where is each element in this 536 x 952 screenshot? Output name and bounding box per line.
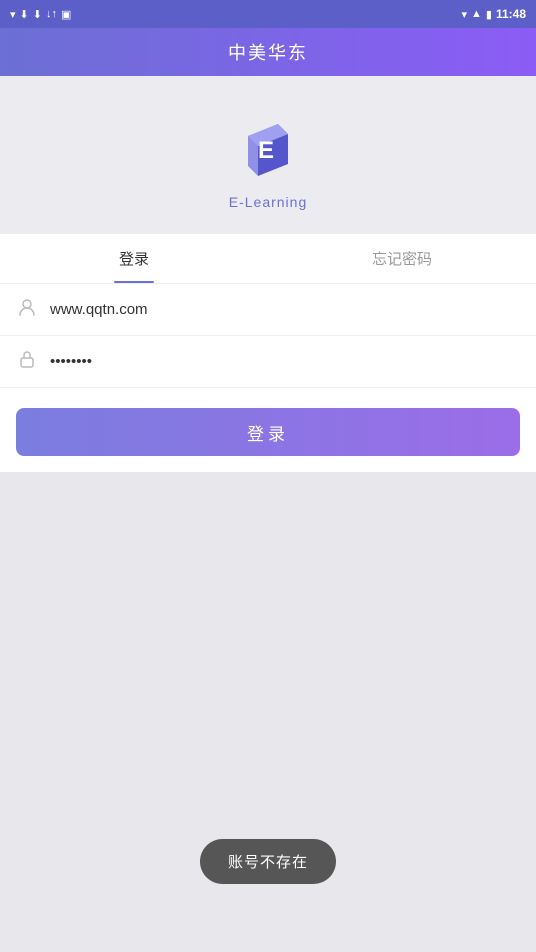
- status-bar-right-icons: ▾ ▲ ▮ 11:48: [461, 7, 526, 21]
- logo-section: E E-Learning: [0, 76, 536, 234]
- lock-icon: [16, 349, 38, 374]
- time-display: 11:48: [496, 7, 526, 21]
- notification-icon: ▾: [10, 8, 16, 21]
- username-input[interactable]: [50, 301, 520, 318]
- logo-text: E-Learning: [229, 194, 308, 210]
- user-icon: [16, 297, 38, 322]
- password-input[interactable]: [50, 353, 520, 370]
- app-title: 中美华东: [228, 39, 308, 65]
- app-icon: ▣: [61, 8, 71, 21]
- app-logo: E: [228, 106, 308, 186]
- top-nav-bar: 中美华东: [0, 28, 536, 76]
- tab-bar: 登录 忘记密码: [0, 234, 536, 284]
- tab-login[interactable]: 登录: [0, 234, 268, 283]
- download-icon: ⬇: [20, 8, 29, 21]
- login-button[interactable]: 登录: [16, 408, 520, 456]
- login-card: 登录 忘记密码 登录: [0, 234, 536, 472]
- login-button-wrapper: 登录: [0, 388, 536, 472]
- toast-message: 账号不存在: [200, 839, 336, 884]
- tab-forgot-password[interactable]: 忘记密码: [268, 234, 536, 283]
- signal-strength-icon: ▲: [471, 8, 482, 20]
- battery-icon: ▮: [486, 8, 492, 21]
- status-bar-left-icons: ▾ ⬇ ⬇ ↓↑ ▣: [10, 8, 71, 21]
- password-row: [0, 336, 536, 388]
- wifi-icon: ▾: [461, 8, 467, 21]
- signal-icon: ↓↑: [46, 8, 57, 20]
- username-row: [0, 284, 536, 336]
- download2-icon: ⬇: [33, 8, 42, 21]
- svg-text:E: E: [258, 137, 274, 164]
- status-bar: ▾ ⬇ ⬇ ↓↑ ▣ ▾ ▲ ▮ 11:48: [0, 0, 536, 28]
